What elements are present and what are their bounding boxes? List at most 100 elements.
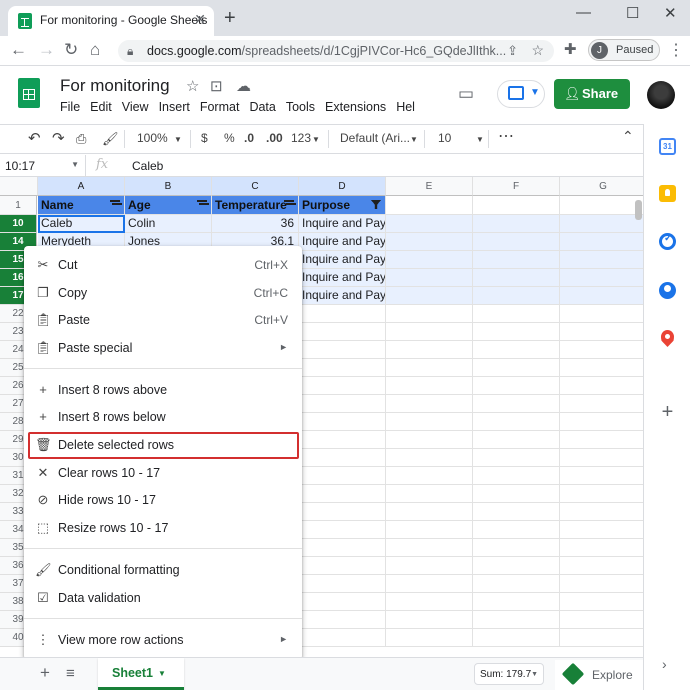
grid-cell[interactable] [299,359,386,377]
menu-item-data-validation[interactable]: ☑ Data validation [24,585,302,611]
filter-icon[interactable] [197,200,207,209]
grid-cell[interactable] [473,467,560,485]
grid-cell[interactable]: Inquire and Pay [299,233,386,251]
grid-cell[interactable] [299,341,386,359]
present-button[interactable]: ▼ [497,80,545,108]
grid-cell[interactable] [386,521,473,539]
grid-cell[interactable] [560,611,643,629]
grid-cell[interactable] [473,557,560,575]
grid-cell[interactable] [560,341,643,359]
column-header-e[interactable]: E [386,177,473,196]
column-header-d[interactable]: D [299,177,386,196]
grid-cell[interactable] [560,449,643,467]
grid-cell[interactable] [473,233,560,251]
menu-item-conditional-formatting[interactable]: 🖌︎ Conditional formatting [24,557,302,583]
grid-cell[interactable]: Colin [125,215,212,233]
grid-cell[interactable] [560,503,643,521]
grid-cell[interactable] [473,449,560,467]
grid-cell[interactable] [473,377,560,395]
menu-insert[interactable]: Insert [159,100,190,114]
grid-cell[interactable] [386,377,473,395]
grid-cell[interactable] [299,377,386,395]
grid-cell[interactable] [386,287,473,305]
star-icon[interactable]: ☆ [186,77,199,95]
grid-cell[interactable]: Inquire and Pay [299,269,386,287]
more-options-icon[interactable]: ⋯ [498,126,514,146]
grid-cell[interactable] [560,287,643,305]
grid-cell[interactable] [560,485,643,503]
menu-item-resize-rows[interactable]: ⬚ Resize rows 10 - 17 [24,515,302,541]
account-avatar[interactable] [647,81,675,109]
grid-cell[interactable] [386,593,473,611]
document-title[interactable]: For monitoring [60,76,170,96]
grid-cell[interactable] [386,196,473,215]
zoom-select[interactable]: 100% [137,131,168,145]
browser-tab[interactable]: For monitoring - Google Sheets ✕ [8,6,214,36]
tab-close-icon[interactable]: ✕ [194,11,206,28]
menu-data[interactable]: Data [249,100,275,114]
grid-cell[interactable] [299,521,386,539]
minimize-button[interactable]: — [576,4,591,21]
column-header-g[interactable]: G [560,177,643,196]
grid-cell[interactable] [386,503,473,521]
column-header-a[interactable]: A [38,177,125,196]
menu-item-hide-rows[interactable]: ⊘ Hide rows 10 - 17 [24,487,302,513]
grid-cell[interactable] [299,593,386,611]
grid-cell[interactable] [386,431,473,449]
paint-format-icon[interactable]: 🖌︎ [102,131,119,147]
more-formats-button[interactable]: 123 [291,131,311,145]
contacts-icon[interactable] [659,282,676,299]
redo-icon[interactable]: ↷ [52,129,65,147]
grid-cell[interactable] [299,629,386,647]
menu-extensions[interactable]: Extensions [325,100,386,114]
collapse-panel-icon[interactable]: › [662,656,667,672]
column-header-f[interactable]: F [473,177,560,196]
sheets-logo-icon[interactable] [18,78,40,108]
header-cell-temperature[interactable]: Temperature [212,196,299,215]
address-bar[interactable]: 🔒︎ docs.google.com/spreadsheets/d/1CgjPI… [118,40,554,62]
increase-decimal-button[interactable]: .00 [266,131,283,145]
grid-cell[interactable]: Inquire and Pay [299,287,386,305]
menu-item-clear-rows[interactable]: ✕ Clear rows 10 - 17 [24,460,302,486]
extensions-puzzle-icon[interactable]: ✚ [564,40,577,58]
sum-summary[interactable]: Sum: 179.7 ▼ [474,663,544,685]
grid-cell[interactable] [473,539,560,557]
grid-cell[interactable] [386,341,473,359]
menu-tools[interactable]: Tools [286,100,315,114]
currency-format-button[interactable]: $ [201,131,208,145]
menu-view[interactable]: View [122,100,149,114]
grid-cell[interactable] [299,611,386,629]
maximize-button[interactable]: ☐ [626,4,639,22]
row-header[interactable]: 10 [0,215,37,233]
grid-cell[interactable] [299,323,386,341]
grid-cell[interactable] [473,341,560,359]
move-folder-icon[interactable]: ⊡ [210,77,223,95]
grid-cell[interactable] [386,305,473,323]
font-family-select[interactable]: Default (Ari... [340,131,410,145]
grid-cell[interactable] [473,395,560,413]
grid-cell[interactable] [386,539,473,557]
grid-cell[interactable] [473,269,560,287]
font-size-select[interactable]: 10 [438,131,451,145]
print-icon[interactable]: ⎙ [76,131,86,147]
grid-cell[interactable] [299,539,386,557]
grid-cell[interactable] [473,287,560,305]
filter-icon[interactable] [284,200,294,209]
share-page-icon[interactable]: ⇪ [507,43,518,59]
formula-input[interactable]: Caleb [132,159,163,173]
row-header[interactable]: 1 [0,196,37,215]
grid-cell[interactable] [560,305,643,323]
grid-cell[interactable] [473,629,560,647]
grid-cell[interactable] [560,413,643,431]
grid-cell[interactable] [386,575,473,593]
all-sheets-icon[interactable]: ≡ [66,665,75,682]
grid-cell[interactable]: 36 [212,215,299,233]
grid-cell[interactable] [560,431,643,449]
menu-format[interactable]: Format [200,100,240,114]
select-all-corner[interactable] [0,177,38,196]
keep-icon[interactable] [659,185,676,202]
grid-cell[interactable] [386,611,473,629]
grid-cell[interactable] [473,485,560,503]
menu-item-cut[interactable]: ✂ Cut Ctrl+X [24,252,302,278]
grid-cell[interactable] [299,503,386,521]
